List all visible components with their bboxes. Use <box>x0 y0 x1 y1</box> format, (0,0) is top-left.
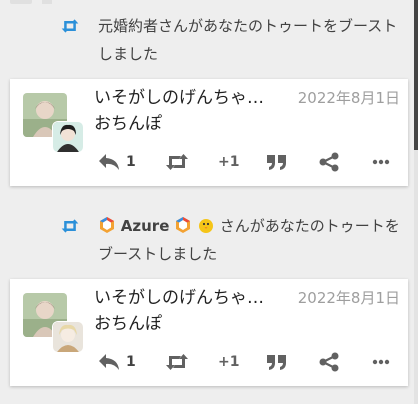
boost-notification-header: 元婚約者さんがあなたのトゥートをブーストしました <box>61 12 406 68</box>
favourite-label: +1 <box>218 154 240 170</box>
share-button[interactable] <box>318 349 340 375</box>
boost-notification-text: 元婚約者さんがあなたのトゥートをブーストしました <box>98 17 398 63</box>
status-card[interactable]: いそがしのげんちゃ… 2022年8月1日 おちんぽ 1 +1 <box>10 79 408 186</box>
reply-count: 1 <box>126 154 136 170</box>
chick-emoji-icon <box>198 219 213 233</box>
display-name[interactable]: いそがしのげんちゃ… <box>94 284 280 312</box>
reply-button[interactable]: 1 <box>98 149 136 175</box>
hexagon-emoji-icon <box>176 217 191 233</box>
boost-notification-header: Azure さんがあなたのトゥートをブーストしました <box>61 212 406 268</box>
boost-icon <box>61 219 79 233</box>
favourite-label: +1 <box>218 354 240 370</box>
scrollbar-thumb[interactable] <box>414 0 418 150</box>
quote-icon <box>267 355 286 370</box>
reply-count: 1 <box>126 354 136 370</box>
previous-card-edge <box>10 0 408 7</box>
status-content: おちんぽ <box>94 314 162 334</box>
boost-button[interactable] <box>164 349 190 375</box>
status-date[interactable]: 2022年8月1日 <box>298 284 400 312</box>
status-action-bar: 1 +1 <box>94 349 394 375</box>
reply-button[interactable]: 1 <box>98 349 136 375</box>
quote-icon <box>267 155 286 170</box>
quote-button[interactable] <box>266 149 288 175</box>
favourite-button[interactable]: +1 <box>218 149 239 175</box>
share-icon <box>319 152 339 172</box>
status-action-bar: 1 +1 <box>94 149 394 175</box>
display-name[interactable]: いそがしのげんちゃ… <box>94 84 280 112</box>
status-content: おちんぽ <box>94 114 162 134</box>
reply-icon <box>99 154 119 170</box>
ellipsis-icon <box>372 159 390 165</box>
quote-button[interactable] <box>266 349 288 375</box>
ellipsis-icon <box>372 359 390 365</box>
boost-notification-text: Azure さんがあなたのトゥートをブーストしました <box>98 212 406 268</box>
booster-avatar[interactable] <box>52 321 84 353</box>
status-card[interactable]: いそがしのげんちゃ… 2022年8月1日 おちんぽ 1 +1 <box>10 279 408 386</box>
boost-icon <box>166 354 188 370</box>
more-button[interactable] <box>372 149 390 175</box>
share-button[interactable] <box>318 149 340 175</box>
status-date[interactable]: 2022年8月1日 <box>298 84 400 112</box>
more-button[interactable] <box>372 349 390 375</box>
hexagon-emoji-icon <box>100 217 114 233</box>
share-icon <box>319 352 339 372</box>
booster-name[interactable]: Azure <box>121 217 170 235</box>
boost-icon <box>166 154 188 170</box>
reply-icon <box>99 354 119 370</box>
favourite-button[interactable]: +1 <box>218 349 239 375</box>
boost-icon <box>61 19 79 33</box>
booster-avatar[interactable] <box>52 121 84 153</box>
boost-button[interactable] <box>164 149 190 175</box>
